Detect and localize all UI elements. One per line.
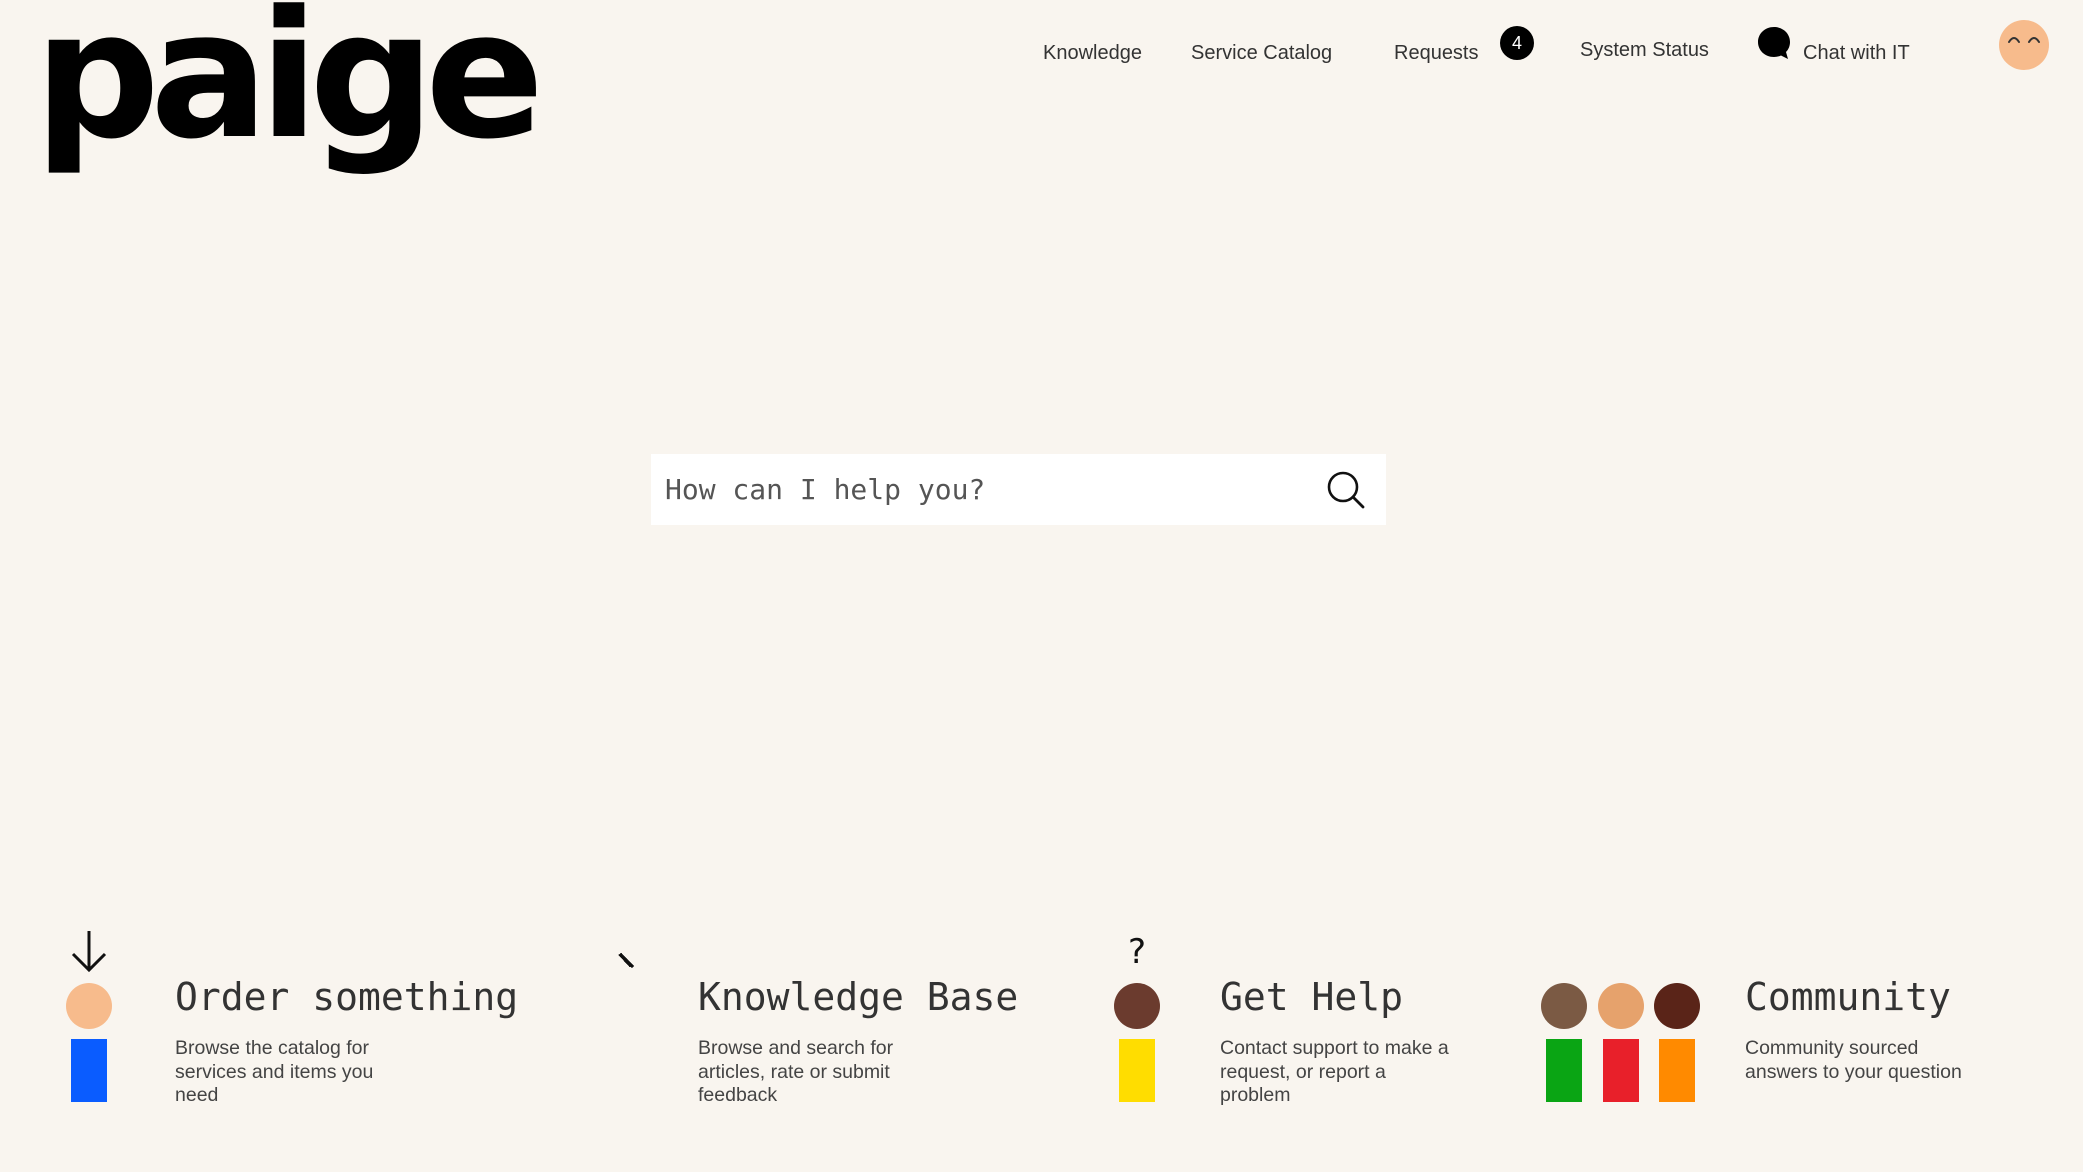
- knowledge-base-title[interactable]: Knowledge Base: [698, 975, 1018, 1019]
- knowledge-base-description: Browse and search for articles, rate or …: [698, 1037, 894, 1106]
- order-something-card[interactable]: Order something Browse the catalog for s…: [60, 925, 530, 1125]
- community-title[interactable]: Community: [1745, 975, 1951, 1019]
- community-card[interactable]: Community Community sourced answers to y…: [1535, 925, 2055, 1125]
- order-something-description: Browse the catalog for services and item…: [175, 1037, 374, 1106]
- svg-text:?: ?: [1128, 932, 1146, 972]
- requests-count-badge[interactable]: 4: [1500, 26, 1534, 60]
- nav-chat-with-it[interactable]: Chat with IT: [1803, 42, 1910, 65]
- get-help-title[interactable]: Get Help: [1220, 975, 1403, 1019]
- nav-knowledge[interactable]: Knowledge: [1043, 42, 1142, 65]
- search-box: [651, 454, 1386, 525]
- get-help-card[interactable]: ? Get Help Contact support to make a req…: [1105, 925, 1535, 1125]
- top-navigation: Knowledge Service Catalog Requests 4 Sys…: [0, 22, 2083, 92]
- smiling-face-icon: [2008, 37, 2040, 43]
- user-avatar[interactable]: [1999, 20, 2049, 70]
- nav-system-status[interactable]: System Status: [1580, 39, 1709, 62]
- search-input[interactable]: [665, 454, 1305, 525]
- order-something-title[interactable]: Order something: [175, 975, 518, 1019]
- knowledge-base-card[interactable]: Knowledge Base Browse and search for art…: [575, 925, 1045, 1125]
- community-description: Community sourced answers to your questi…: [1745, 1037, 1962, 1083]
- group-people-icon: [1541, 983, 1700, 1102]
- nav-service-catalog[interactable]: Service Catalog: [1191, 42, 1332, 65]
- search-icon[interactable]: [1325, 469, 1367, 511]
- nav-requests[interactable]: Requests: [1394, 42, 1479, 65]
- chat-bubble-icon[interactable]: [1757, 26, 1791, 60]
- get-help-description: Contact support to make a request, or re…: [1220, 1037, 1449, 1106]
